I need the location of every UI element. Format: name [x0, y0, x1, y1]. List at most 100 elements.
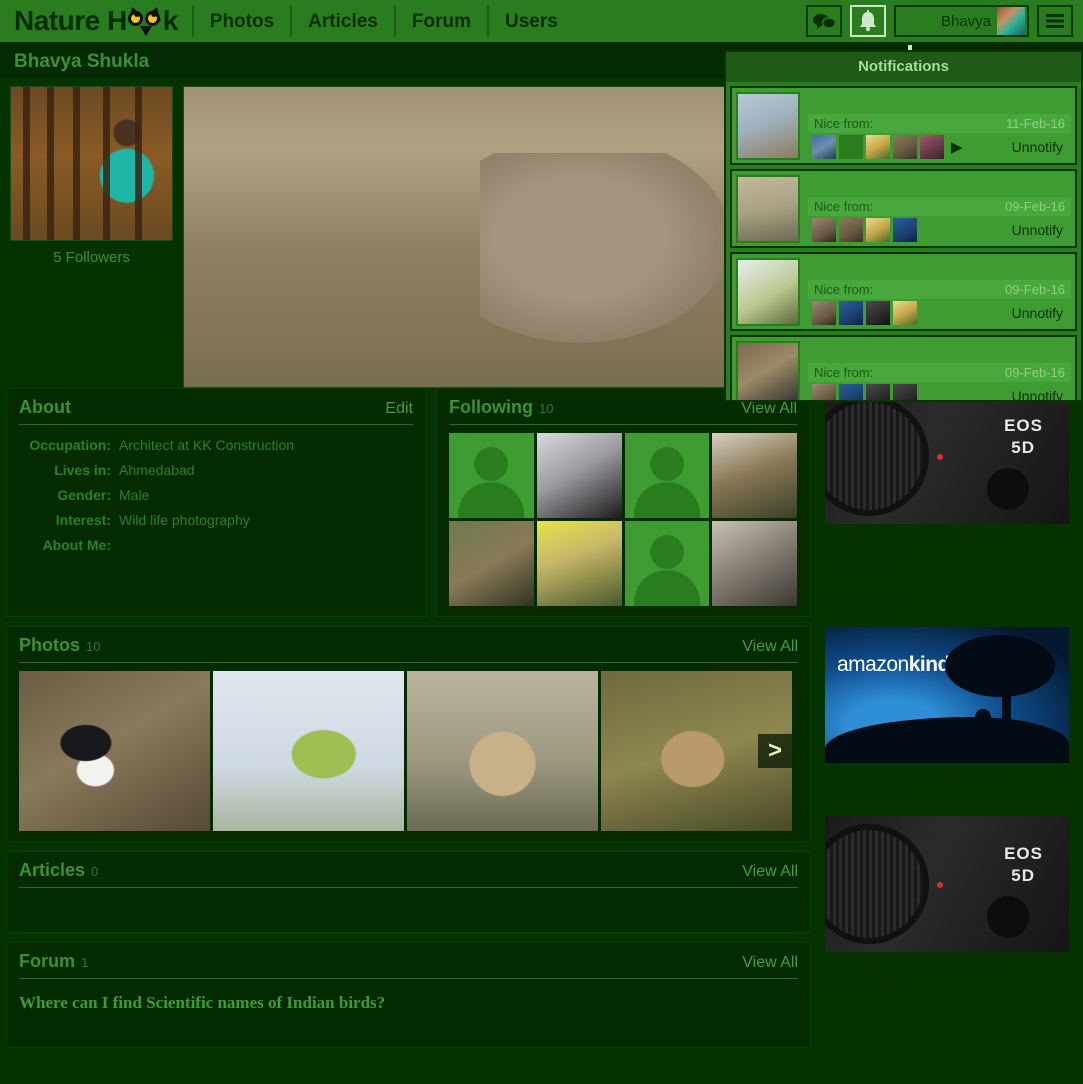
about-key: About Me: [42, 537, 111, 553]
about-row: Gender: Male [19, 483, 413, 508]
user-menu-chip[interactable]: Bhavya [894, 5, 1029, 37]
photos-title: Photos [19, 635, 80, 655]
notification-item[interactable]: Nice from: 09-Feb-16 Unnotify [730, 169, 1077, 248]
actor-avatar[interactable] [839, 218, 863, 242]
about-value: Wild life photography [119, 512, 250, 528]
ad-slot[interactable]: amazonkindle Kindle 6 - Touch Screen, Wi… [825, 627, 1083, 806]
following-grid [449, 433, 797, 606]
photos-next-button[interactable]: > [758, 734, 792, 768]
ad-slot-partial[interactable]: - Amazon.in [825, 577, 1083, 617]
main-content: About Edit Occupation: Architect at KK C… [0, 388, 1083, 1057]
notification-actors: ▶ Unnotify [808, 133, 1071, 159]
followers-count: 5 Followers [53, 249, 130, 266]
actor-avatar[interactable] [812, 384, 836, 400]
notification-thumbnail[interactable] [736, 175, 800, 243]
ad-image[interactable]: EOS 5D [825, 816, 1069, 952]
cover-photo-subject [480, 153, 731, 343]
unnotify-button[interactable]: Unnotify [1012, 222, 1067, 238]
page-title: Bhavya Shukla [14, 50, 150, 72]
user-placeholder-icon [458, 482, 525, 518]
camera-photo: EOS 5D [825, 816, 1069, 952]
following-panel: Following 10 View All [436, 388, 810, 617]
camera-photo: EOS 5D [825, 388, 1069, 524]
following-user-cell[interactable] [536, 521, 622, 606]
nav-item-forum[interactable]: Forum [396, 0, 487, 44]
actor-avatar[interactable] [812, 218, 836, 242]
eos-text: EOS [1004, 416, 1043, 435]
notification-thumbnail[interactable] [736, 92, 800, 160]
about-value: Male [119, 487, 150, 503]
following-view-all-button[interactable]: View All [741, 400, 797, 418]
ad-caption[interactable]: 10% Off on EOS 5D Mark 3 - Amazon.in [825, 952, 1083, 995]
site-logo[interactable]: Nature H k [0, 4, 192, 37]
ad-image[interactable]: amazonkindle [825, 627, 1069, 763]
forum-panel: Forum 1 View All Where can I find Scient… [6, 942, 811, 1048]
photo-thumbnail[interactable] [407, 671, 598, 831]
ad-slot[interactable]: EOS 5D 10% Off on EOS 5D Mark 3 - Amazon… [825, 816, 1083, 995]
brand-text-pre: Nature H [14, 5, 127, 36]
actor-avatar[interactable] [812, 135, 836, 159]
ad-caption-partial: - Amazon.in [825, 598, 899, 614]
notifications-button[interactable] [850, 5, 886, 37]
notification-item[interactable]: Nice from: 09-Feb-16 Unnotify [730, 252, 1077, 331]
photos-view-all-button[interactable]: View All [742, 638, 798, 656]
photos-carousel: > [19, 671, 798, 831]
notification-item[interactable]: Nice from: 11-Feb-16 ▶ Unnotify [730, 86, 1077, 165]
nav-item-articles[interactable]: Articles [292, 0, 394, 44]
about-following-row: About Edit Occupation: Architect at KK C… [6, 388, 811, 626]
hamburger-menu-button[interactable] [1037, 5, 1073, 37]
actor-avatar[interactable] [893, 301, 917, 325]
forum-view-all-button[interactable]: View All [742, 954, 798, 972]
unnotify-button[interactable]: Unnotify [1012, 388, 1067, 400]
actor-avatar[interactable] [866, 301, 890, 325]
notification-text: Nice from: [814, 116, 874, 131]
notification-thumbnail[interactable] [736, 258, 800, 326]
profile-photo[interactable] [10, 86, 173, 241]
actor-avatar[interactable] [920, 135, 944, 159]
ad-image[interactable]: EOS 5D [825, 388, 1069, 524]
actor-avatar[interactable] [893, 135, 917, 159]
more-actors-arrow-icon[interactable]: ▶ [947, 138, 963, 156]
actor-avatar[interactable] [839, 301, 863, 325]
about-key: Gender: [57, 487, 111, 503]
nav-item-users[interactable]: Users [489, 0, 574, 44]
following-user-cell[interactable] [449, 433, 534, 518]
following-user-cell[interactable] [712, 521, 797, 606]
actor-avatar[interactable] [839, 384, 863, 400]
articles-view-all-button[interactable]: View All [742, 863, 798, 881]
left-column: About Edit Occupation: Architect at KK C… [6, 388, 811, 1057]
following-user-cell[interactable] [624, 521, 710, 606]
ad-caption[interactable]: 10% Off on EOS 5D Mark 3 - Amazon.in [825, 524, 1083, 567]
following-count: 10 [538, 401, 554, 416]
ad-caption-line2: - Amazon.in [825, 549, 899, 565]
notification-body: Nice from: 09-Feb-16 Unnotify [808, 341, 1071, 400]
following-user-cell[interactable] [624, 433, 710, 518]
notification-item[interactable]: Nice from: 09-Feb-16 Unnotify [730, 335, 1077, 400]
actor-avatar[interactable] [866, 218, 890, 242]
ad-caption[interactable]: Kindle 6 - Touch Screen, Wifi - Amazon.i… [825, 763, 1083, 806]
notification-body: Nice from: 11-Feb-16 ▶ Unnotify [808, 92, 1071, 159]
photo-thumbnail[interactable] [19, 671, 210, 831]
following-user-cell[interactable] [712, 433, 797, 518]
actor-avatar[interactable] [893, 384, 917, 400]
notification-date: 11-Feb-16 [1005, 116, 1065, 131]
photos-header: Photos 10 View All [19, 635, 798, 656]
user-placeholder-icon [633, 482, 700, 518]
actor-avatar[interactable] [812, 301, 836, 325]
notification-thumbnail[interactable] [736, 341, 800, 400]
following-user-cell[interactable] [536, 433, 622, 518]
photo-thumbnail[interactable] [213, 671, 404, 831]
actor-avatar[interactable] [893, 218, 917, 242]
about-value: Ahmedabad [119, 462, 195, 478]
ad-slot[interactable]: EOS 5D 10% Off on EOS 5D Mark 3 - Amazon… [825, 388, 1083, 567]
actor-avatar[interactable] [866, 384, 890, 400]
about-edit-button[interactable]: Edit [385, 400, 413, 418]
actor-avatar[interactable] [839, 135, 863, 159]
actor-avatar[interactable] [866, 135, 890, 159]
unnotify-button[interactable]: Unnotify [1012, 305, 1067, 321]
unnotify-button[interactable]: Unnotify [1012, 139, 1067, 155]
following-user-cell[interactable] [449, 521, 534, 606]
messages-button[interactable] [806, 5, 842, 37]
forum-post-link[interactable]: Where can I find Scientific names of Ind… [19, 987, 798, 1037]
nav-item-photos[interactable]: Photos [194, 0, 290, 44]
